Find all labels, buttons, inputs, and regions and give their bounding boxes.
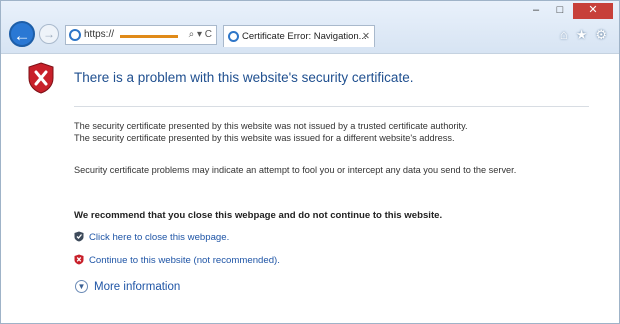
gear-icon[interactable]: ⚙ [595, 27, 607, 43]
redacted-url [120, 35, 178, 38]
address-bar[interactable]: https:// ⌕ ▾ C [65, 25, 217, 45]
more-information-toggle[interactable]: ▼ More information [75, 280, 180, 293]
warning-text: Security certificate problems may indica… [74, 165, 517, 175]
close-webpage-link[interactable]: Click here to close this webpage. [89, 232, 229, 243]
error-description: The security certificate presented by th… [74, 120, 584, 144]
window-controls: – □ ✕ [525, 3, 613, 19]
error-line-2: The security certificate presented by th… [74, 133, 455, 143]
toolbar-icons: ⌂ ★ ⚙ [560, 27, 607, 43]
address-tools[interactable]: ⌕ ▾ C [189, 26, 212, 44]
chevron-down-icon: ▼ [75, 280, 88, 293]
continue-website-link[interactable]: Continue to this website (not recommende… [89, 255, 280, 266]
browser-toolbar: – □ ✕ ← → https:// ⌕ ▾ C Certificate Err… [1, 1, 619, 53]
forward-button[interactable]: → [39, 24, 59, 44]
shield-error-icon [28, 62, 54, 94]
address-text: https:// [84, 29, 115, 40]
recommendation-text: We recommend that you close this webpage… [74, 210, 443, 221]
close-window-button[interactable]: ✕ [573, 3, 613, 19]
minimize-button[interactable]: – [525, 3, 547, 19]
tab-close-icon[interactable]: ✕ [362, 26, 370, 47]
page-title: There is a problem with this website's s… [74, 70, 414, 85]
divider [74, 106, 589, 107]
maximize-button[interactable]: □ [549, 3, 571, 19]
tab-certificate-error[interactable]: Certificate Error: Navigation... ✕ [223, 25, 375, 47]
star-icon[interactable]: ★ [576, 27, 588, 43]
error-page: There is a problem with this website's s… [1, 53, 619, 323]
error-line-1: The security certificate presented by th… [74, 121, 468, 131]
shield-check-icon [74, 231, 84, 242]
browser-window: – □ ✕ ← → https:// ⌕ ▾ C Certificate Err… [0, 0, 620, 324]
ie-logo-icon [69, 29, 81, 41]
home-icon[interactable]: ⌂ [560, 27, 568, 43]
more-information-label: More information [94, 281, 181, 293]
back-button[interactable]: ← [9, 21, 35, 47]
shield-x-icon [74, 254, 84, 265]
tab-title: Certificate Error: Navigation... [242, 31, 367, 42]
ie-logo-icon [228, 31, 239, 42]
